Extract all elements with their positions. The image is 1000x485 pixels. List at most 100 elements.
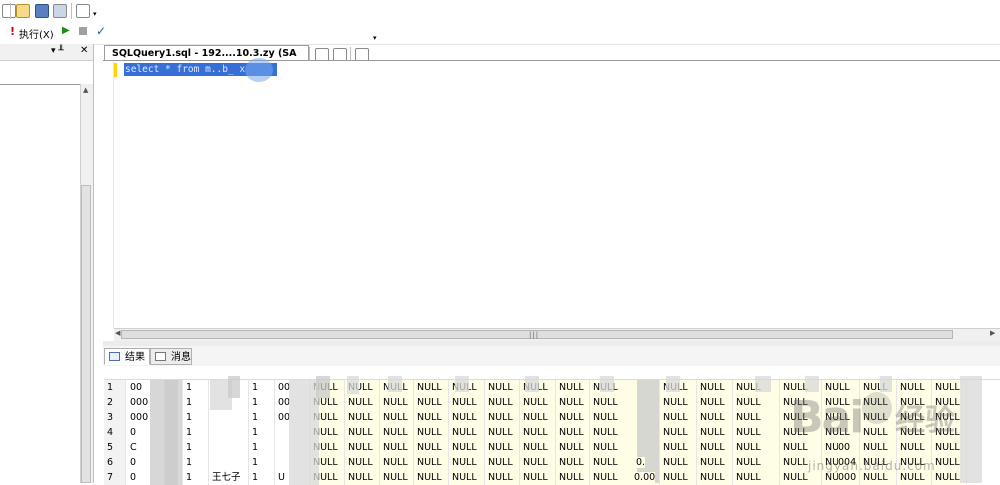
- object-explorer-scroll-thumb[interactable]: [81, 185, 91, 483]
- open-file-icon[interactable]: [16, 4, 30, 18]
- cell-null[interactable]: NULL: [380, 410, 414, 425]
- cell-null[interactable]: NULL: [485, 410, 520, 425]
- cell-null[interactable]: NULL: [380, 455, 414, 470]
- cell-null[interactable]: NULL: [660, 440, 697, 455]
- new-query-icon[interactable]: [2, 4, 16, 18]
- cell-null[interactable]: NULL: [414, 455, 449, 470]
- debug-icon[interactable]: ▶: [62, 25, 70, 36]
- cell-null[interactable]: NULL: [345, 455, 380, 470]
- cell-null[interactable]: NULL: [733, 410, 780, 425]
- cell-null[interactable]: NULL: [733, 425, 780, 440]
- parse-checkmark-icon[interactable]: ✓: [96, 24, 106, 38]
- cell-null[interactable]: NULL: [733, 455, 780, 470]
- cell-null[interactable]: NULL: [414, 395, 449, 410]
- cell-null[interactable]: NULL: [449, 395, 485, 410]
- cell-null[interactable]: NULL: [345, 395, 380, 410]
- cell-null[interactable]: NULL: [860, 425, 897, 440]
- cell-value[interactable]: 0.00: [634, 472, 656, 483]
- tab-results[interactable]: 结果: [104, 348, 150, 365]
- cell-null[interactable]: NULL: [697, 440, 733, 455]
- cell-null[interactable]: NULL: [556, 440, 590, 455]
- cell-null[interactable]: NULL: [345, 410, 380, 425]
- cell-name[interactable]: [209, 440, 249, 455]
- cell-null[interactable]: NULL: [897, 380, 932, 395]
- cell-null[interactable]: NULL: [485, 395, 520, 410]
- cell-status[interactable]: 1: [249, 425, 275, 440]
- table-row[interactable]: 4 0 1 1 NULL NULL NULL NULL NULL NULL NULL NULL NULL…: [104, 425, 1000, 440]
- cell-null[interactable]: NULL: [697, 425, 733, 440]
- cell-name[interactable]: [209, 410, 249, 425]
- cell-status[interactable]: 1: [249, 440, 275, 455]
- cell-status[interactable]: 1: [249, 380, 275, 395]
- cancel-query-icon[interactable]: [79, 27, 87, 35]
- cell-status[interactable]: 1: [249, 410, 275, 425]
- activity-monitor-icon[interactable]: [76, 4, 90, 18]
- table-row[interactable]: 5 C 1 1 NULL NULL NULL NULL NULL NULL NULL NULL NULL…: [104, 440, 1000, 455]
- scroll-up-arrow-icon[interactable]: ▲: [83, 86, 88, 94]
- cell-null[interactable]: NULL: [520, 410, 556, 425]
- cell-null[interactable]: NULL: [556, 380, 590, 395]
- cell-flag[interactable]: 1: [183, 380, 209, 395]
- cell-status[interactable]: 1: [249, 395, 275, 410]
- cell-null[interactable]: NULL: [414, 440, 449, 455]
- cell-flag[interactable]: 1: [183, 440, 209, 455]
- cell-null[interactable]: NULL: [697, 410, 733, 425]
- cell-null[interactable]: NULL: [520, 440, 556, 455]
- cell-null[interactable]: NULL: [520, 395, 556, 410]
- save-all-icon[interactable]: [53, 4, 67, 18]
- cell-name[interactable]: [209, 455, 249, 470]
- cell-name[interactable]: [209, 425, 249, 440]
- cell-null[interactable]: NULL: [449, 455, 485, 470]
- cell-null[interactable]: NULL: [449, 410, 485, 425]
- save-icon[interactable]: [35, 4, 49, 18]
- panel-pin-icon[interactable]: ▾ ╨: [51, 46, 64, 56]
- scroll-left-arrow-icon[interactable]: ◀: [115, 329, 120, 337]
- cell-null[interactable]: NULL: [449, 440, 485, 455]
- cell-null[interactable]: NULL: [449, 425, 485, 440]
- cell-null[interactable]: NULL: [733, 395, 780, 410]
- query-editor[interactable]: [103, 60, 1000, 329]
- execute-button[interactable]: 执行(X): [19, 26, 54, 41]
- cell-null[interactable]: NULL: [556, 455, 590, 470]
- cell-null[interactable]: NULL: [380, 425, 414, 440]
- cell-flag[interactable]: 1: [183, 425, 209, 440]
- cell-null[interactable]: NULL: [860, 440, 897, 455]
- cell-flag[interactable]: 1: [183, 395, 209, 410]
- cell-value[interactable]: 0.: [636, 457, 646, 468]
- cell-null[interactable]: NULL: [485, 425, 520, 440]
- cell-null[interactable]: NULL: [697, 380, 733, 395]
- cell-null[interactable]: NULL: [556, 395, 590, 410]
- sql-query-text[interactable]: select * from m..b_ x: [125, 63, 245, 76]
- cell-null[interactable]: NULL: [556, 425, 590, 440]
- cell-null[interactable]: NULL: [697, 395, 733, 410]
- toolbar-overflow-icon[interactable]: ▾: [93, 10, 97, 18]
- cell-null[interactable]: NULL: [660, 395, 697, 410]
- cell-value[interactable]: 00: [838, 442, 851, 453]
- cell-null[interactable]: NULL: [485, 455, 520, 470]
- cell-null[interactable]: NULL: [733, 440, 780, 455]
- cell-null[interactable]: NULL: [414, 425, 449, 440]
- cell-null[interactable]: NULL: [520, 425, 556, 440]
- cell-null[interactable]: NULL: [485, 380, 520, 395]
- cell-null[interactable]: NULL: [414, 410, 449, 425]
- toolbar-overflow-icon[interactable]: ▾: [373, 34, 377, 42]
- cell-null[interactable]: NULL: [660, 455, 697, 470]
- cell-null[interactable]: NULL: [345, 440, 380, 455]
- cell-null[interactable]: NULL: [556, 410, 590, 425]
- tab-messages[interactable]: 消息: [150, 348, 192, 365]
- cell-null[interactable]: NULL: [697, 455, 733, 470]
- cell-flag[interactable]: 1: [183, 455, 209, 470]
- cell-null[interactable]: NULL: [897, 440, 932, 455]
- scroll-right-arrow-icon[interactable]: ▶: [990, 329, 995, 337]
- cell-status[interactable]: 1: [249, 455, 275, 470]
- cell-value[interactable]: 000: [838, 472, 857, 483]
- panel-close-icon[interactable]: ✕: [80, 45, 88, 56]
- cell-null[interactable]: NULL: [414, 380, 449, 395]
- cell-null[interactable]: NULL: [380, 395, 414, 410]
- cell-null[interactable]: NULL: [345, 425, 380, 440]
- cell-flag[interactable]: 1: [183, 410, 209, 425]
- cell-null[interactable]: NULL: [485, 440, 520, 455]
- cell-null[interactable]: NULL: [660, 425, 697, 440]
- cell-null[interactable]: NULL: [520, 455, 556, 470]
- query-editor-tab[interactable]: SQLQuery1.sql - 192....10.3.zy (SA (2341…: [104, 45, 309, 75]
